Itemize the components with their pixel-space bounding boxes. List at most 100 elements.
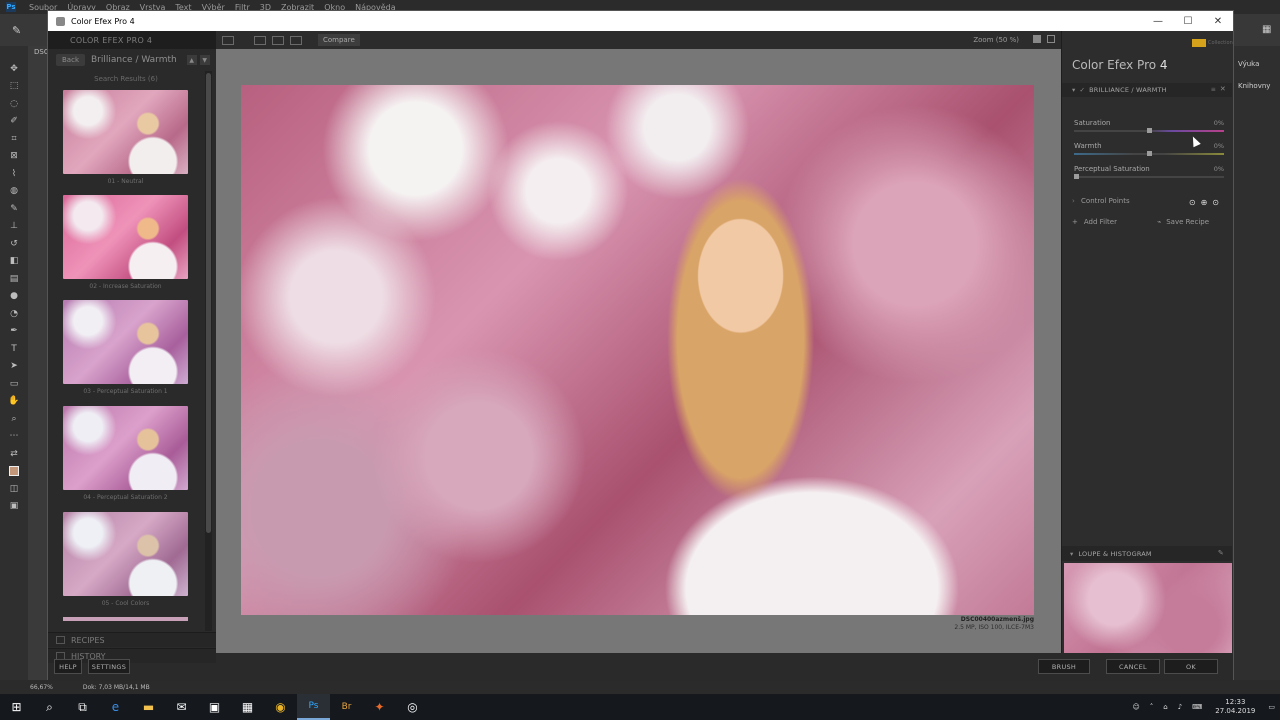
preset-thumbnail[interactable]: 04 - Perceptual Saturation 2 xyxy=(63,406,188,501)
hand-icon[interactable]: ✋ xyxy=(0,393,28,411)
side-by-side-icon[interactable] xyxy=(290,35,302,45)
preset-thumbnail[interactable]: 02 - Increase Saturation xyxy=(63,195,188,290)
slider-knob[interactable] xyxy=(1146,151,1152,156)
perceptual-saturation-slider[interactable]: Perceptual Saturation 0% xyxy=(1074,165,1224,187)
eyedropper-icon[interactable]: ⌇ xyxy=(0,165,28,183)
path-select-icon[interactable]: ➤ xyxy=(0,358,28,376)
brush-icon[interactable]: ✎ xyxy=(0,200,28,218)
filter-enabled-checkbox[interactable]: ✓ xyxy=(1079,86,1085,94)
zoom-dropdown[interactable]: Zoom (50 %) xyxy=(973,36,1019,44)
dodge-icon[interactable]: ◔ xyxy=(0,305,28,323)
minimize-icon[interactable]: — xyxy=(1143,11,1173,31)
preset-thumbnail[interactable]: 03 - Perceptual Saturation 1 xyxy=(63,300,188,395)
volume-icon[interactable]: ♪ xyxy=(1173,703,1187,711)
quick-mask-icon[interactable]: ◫ xyxy=(0,480,28,498)
type-tool-icon[interactable]: T xyxy=(0,340,28,358)
expand-arrow-icon[interactable]: › xyxy=(1072,197,1075,205)
photoshop-taskbar-icon[interactable]: Ps xyxy=(297,694,330,720)
swap-colors-icon[interactable]: ⇄ xyxy=(0,445,28,463)
tray-chevron-icon[interactable]: ˄ xyxy=(1145,703,1159,711)
slider-track[interactable] xyxy=(1074,176,1224,178)
preset-thumbnail[interactable]: 05 - Cool Colors xyxy=(63,512,188,607)
media-taskbar-icon[interactable]: ◎ xyxy=(396,694,429,720)
store-icon[interactable]: ▣ xyxy=(198,694,231,720)
collapse-triangle-icon[interactable]: ▾ xyxy=(1070,550,1073,558)
gradient-icon[interactable]: ▤ xyxy=(0,270,28,288)
panel-libraries[interactable]: Knihovny xyxy=(1234,68,1280,90)
windows-start-icon[interactable]: ⊞ xyxy=(0,694,33,720)
back-button[interactable]: Back xyxy=(56,54,85,66)
preset-thumbnail[interactable]: 01 - Neutral xyxy=(63,90,188,185)
screen-mode-icon[interactable]: ▣ xyxy=(0,498,28,516)
panel-learn[interactable]: Výuka xyxy=(1234,46,1280,68)
blur-icon[interactable]: ● xyxy=(0,288,28,306)
notifications-icon[interactable]: ▭ xyxy=(1263,703,1280,711)
single-view-icon[interactable] xyxy=(254,35,266,45)
eraser-icon[interactable]: ◧ xyxy=(0,253,28,271)
loupe-histogram-header[interactable]: ▾ LOUPE & HISTOGRAM ✎ xyxy=(1062,546,1232,561)
frame-tool-icon[interactable]: ⊠ xyxy=(0,148,28,166)
edge-icon[interactable]: e xyxy=(99,694,132,720)
crop-tool-icon[interactable]: ⌗ xyxy=(0,130,28,148)
healing-icon[interactable]: ◍ xyxy=(0,183,28,201)
product-title: Color Efex Pro 4 xyxy=(1072,58,1168,72)
split-view-icon[interactable] xyxy=(272,35,284,45)
pin-icon[interactable]: ✎ xyxy=(1218,549,1224,557)
calculator-icon[interactable]: ▦ xyxy=(231,694,264,720)
saturation-slider[interactable]: Saturation 0% xyxy=(1074,119,1224,141)
lasso-tool-icon[interactable]: ◌ xyxy=(0,95,28,113)
preset-scrollbar[interactable] xyxy=(205,71,212,631)
pen-icon[interactable]: ✒ xyxy=(0,323,28,341)
panel-toggle-icon[interactable] xyxy=(222,35,234,45)
bridge-taskbar-icon[interactable]: Br xyxy=(330,694,363,720)
control-point-add-icons[interactable]: ⊙⊕⊙ xyxy=(1189,198,1224,207)
filter-header[interactable]: ▾ ✓ BRILLIANCE / WARMTH ≡ ✕ xyxy=(1062,83,1232,97)
save-recipe-button[interactable]: ⌁ Save Recipe xyxy=(1157,215,1227,229)
shape-icon[interactable]: ▭ xyxy=(0,375,28,393)
color-swatch-icon[interactable] xyxy=(0,463,28,481)
search-icon[interactable]: ⌕ xyxy=(33,694,66,720)
mail-icon[interactable]: ✉ xyxy=(165,694,198,720)
filter-menu-icon[interactable]: ≡ xyxy=(1211,86,1216,93)
maximize-icon[interactable]: ☐ xyxy=(1173,11,1203,31)
close-icon[interactable]: ✕ xyxy=(1203,11,1233,31)
recipes-section[interactable]: RECIPES xyxy=(48,632,216,647)
slider-knob[interactable] xyxy=(1074,174,1079,179)
quick-select-icon[interactable]: ✐ xyxy=(0,113,28,131)
compare-button[interactable]: Compare xyxy=(318,34,360,46)
arrow-down-icon[interactable]: ▼ xyxy=(199,55,210,65)
people-icon[interactable]: ☺ xyxy=(1127,703,1144,711)
brush-tool-icon[interactable]: ✎ xyxy=(12,24,21,37)
more-tools-icon[interactable]: ⋯ xyxy=(0,428,28,446)
ok-button[interactable]: OK xyxy=(1164,659,1218,674)
fullscreen-icon[interactable] xyxy=(1047,35,1055,43)
remove-filter-icon[interactable]: ✕ xyxy=(1220,85,1226,93)
control-points-row[interactable]: › Control Points ⊙⊕⊙ xyxy=(1072,197,1224,209)
file-explorer-icon[interactable]: ▬ xyxy=(132,694,165,720)
slider-knob[interactable] xyxy=(1146,128,1152,133)
task-view-icon[interactable]: ⧉ xyxy=(66,694,99,720)
app-taskbar-icon[interactable]: ✦ xyxy=(363,694,396,720)
background-toggle-icon[interactable] xyxy=(1033,35,1041,43)
move-tool-icon[interactable]: ✥ xyxy=(0,60,28,78)
cancel-button[interactable]: CANCEL xyxy=(1106,659,1160,674)
clock[interactable]: 12:33 27.04.2019 xyxy=(1207,698,1263,716)
workspace-icon[interactable]: ▦ xyxy=(1262,24,1271,35)
add-filter-button[interactable]: + Add Filter xyxy=(1072,215,1142,229)
language-icon[interactable]: ⌨ xyxy=(1187,703,1207,711)
settings-button[interactable]: SETTINGS xyxy=(88,659,130,674)
zoom-tool-icon[interactable]: ⌕ xyxy=(0,410,28,428)
expand-triangle-icon[interactable]: ▾ xyxy=(1072,86,1075,94)
marquee-tool-icon[interactable]: ⬚ xyxy=(0,78,28,96)
chrome-icon[interactable]: ◉ xyxy=(264,694,297,720)
preview-photo[interactable] xyxy=(241,85,1034,615)
bottom-action-bar: HELP SETTINGS BRUSH CANCEL OK xyxy=(54,653,1233,681)
stamp-icon[interactable]: ⊥ xyxy=(0,218,28,236)
history-brush-icon[interactable]: ↺ xyxy=(0,235,28,253)
warmth-slider[interactable]: Warmth 0% xyxy=(1074,142,1224,164)
network-icon[interactable]: ⌂ xyxy=(1158,703,1172,711)
help-button[interactable]: HELP xyxy=(54,659,82,674)
brush-button[interactable]: BRUSH xyxy=(1038,659,1090,674)
scrollbar-thumb[interactable] xyxy=(206,73,211,533)
arrow-up-icon[interactable]: ▲ xyxy=(186,55,197,65)
